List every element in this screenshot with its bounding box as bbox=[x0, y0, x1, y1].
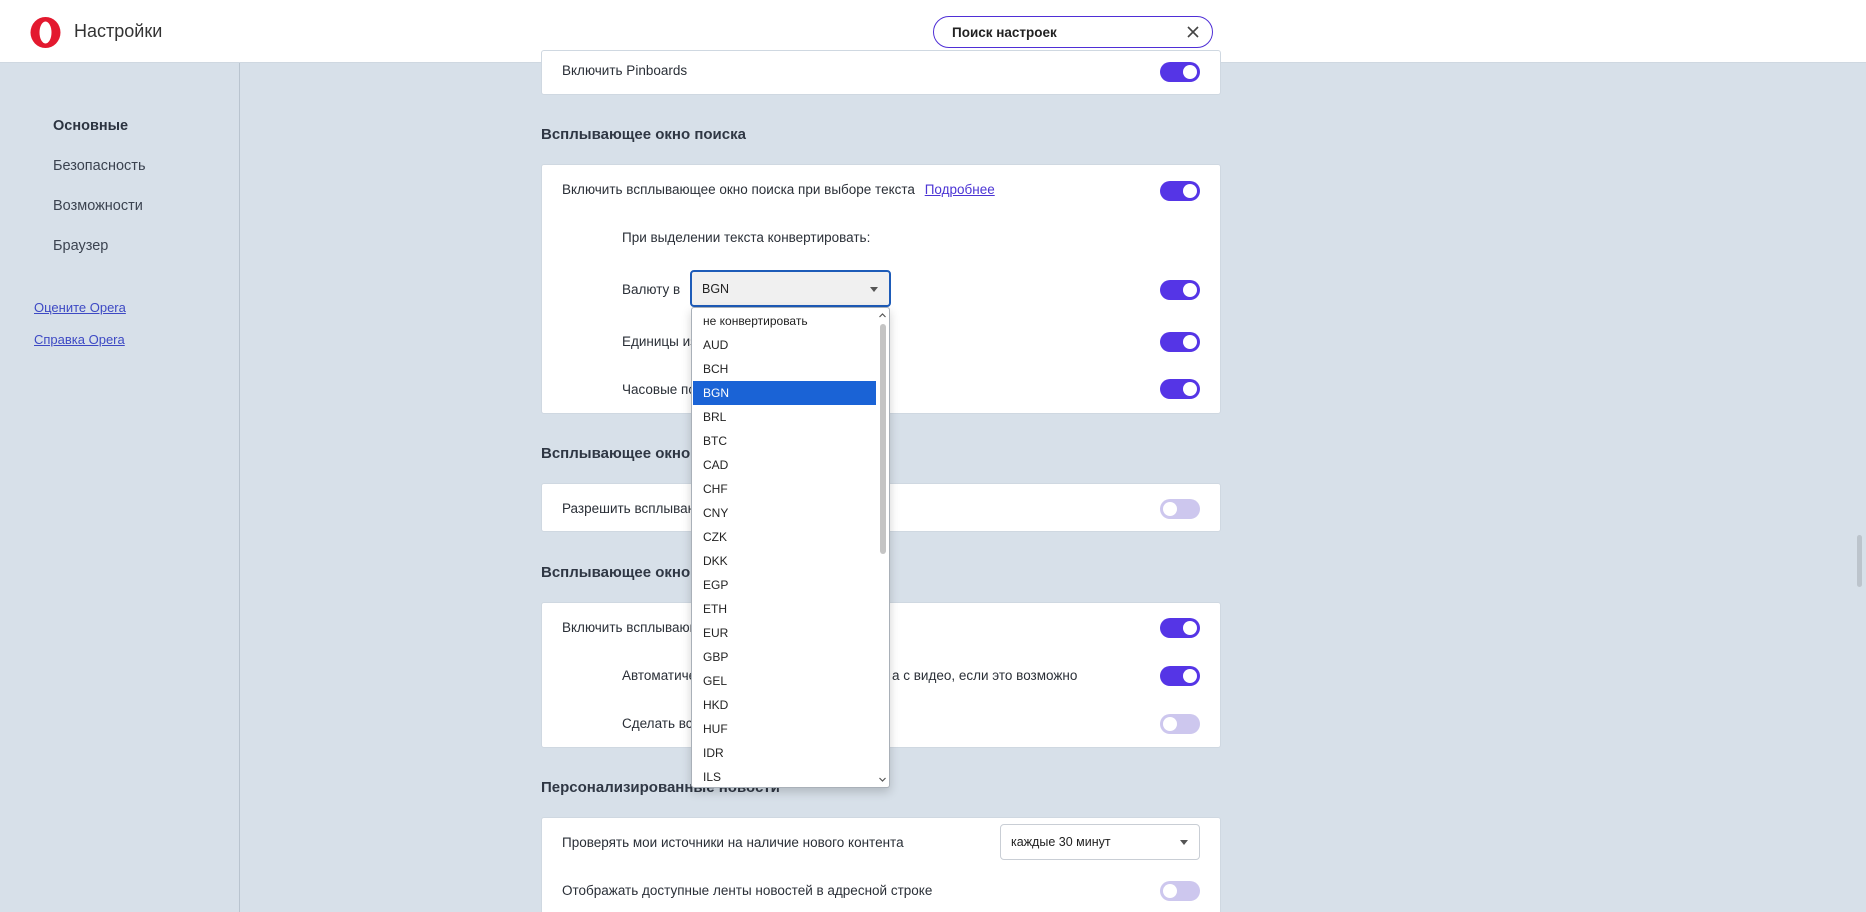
currency-option[interactable]: HKD bbox=[693, 693, 876, 717]
currency-select-value: BGN bbox=[702, 282, 730, 296]
currency-option[interactable]: GBP bbox=[693, 645, 876, 669]
show-feeds-toggle[interactable] bbox=[1160, 881, 1200, 901]
timezones-toggle[interactable] bbox=[1160, 379, 1200, 399]
chevron-up-icon[interactable] bbox=[879, 312, 886, 319]
check-interval-value: каждые 30 минут bbox=[1011, 835, 1111, 849]
news-card: Проверять мои источники на наличие новог… bbox=[541, 817, 1221, 912]
toggle-knob bbox=[1183, 669, 1197, 683]
dropdown-scrollbar[interactable] bbox=[876, 308, 889, 787]
popup-section3-title: Всплывающее окно с bbox=[541, 564, 703, 581]
auto-popup-label-start: Автоматиче bbox=[622, 668, 697, 683]
currency-option[interactable]: GEL bbox=[693, 669, 876, 693]
rate-opera-link[interactable]: Оцените Opera bbox=[34, 300, 126, 315]
timezones-label: Часовые по bbox=[622, 382, 696, 397]
toggle-knob bbox=[1183, 184, 1197, 198]
currency-option[interactable]: HUF bbox=[693, 717, 876, 741]
more-info-link[interactable]: Подробнее bbox=[925, 182, 995, 197]
make-popup-label: Сделать всп bbox=[622, 716, 700, 731]
toggle-knob bbox=[1163, 717, 1177, 731]
auto-popup-toggle[interactable] bbox=[1160, 666, 1200, 686]
page-scrollbar-thumb[interactable] bbox=[1857, 535, 1862, 587]
enable-video-popup-label: Включить всплывающ bbox=[562, 620, 701, 635]
currency-option[interactable]: EUR bbox=[693, 621, 876, 645]
search-popup-enable-row: Включить всплывающее окно поиска при выб… bbox=[562, 182, 995, 197]
sidebar-item-browser[interactable]: Браузер bbox=[53, 238, 108, 254]
toggle-knob bbox=[1183, 382, 1197, 396]
allow-popup-label: Разрешить всплываю bbox=[562, 501, 698, 516]
toggle-knob bbox=[1183, 65, 1197, 79]
currency-dropdown-list[interactable]: ILS IDR HUF HKD GEL GBP EUR ETH EGP DKK CZK CNY CHF C… bbox=[691, 307, 890, 788]
check-sources-label: Проверять мои источники на наличие новог… bbox=[562, 835, 904, 850]
currency-option[interactable]: DKK bbox=[693, 549, 876, 573]
pinboards-toggle[interactable] bbox=[1160, 62, 1200, 82]
units-label: Единицы из bbox=[622, 334, 697, 349]
enable-video-popup-toggle[interactable] bbox=[1160, 618, 1200, 638]
currency-option[interactable]: BTC bbox=[693, 429, 876, 453]
currency-option[interactable]: BCH bbox=[693, 357, 876, 381]
currency-label: Валюту в bbox=[622, 282, 681, 297]
dropdown-scroll-thumb[interactable] bbox=[880, 324, 886, 554]
search-popup-enable-label: Включить всплывающее окно поиска при выб… bbox=[562, 182, 915, 197]
search-popup-toggle[interactable] bbox=[1160, 181, 1200, 201]
currency-option[interactable]: IDR bbox=[693, 741, 876, 765]
show-feeds-label: Отображать доступные ленты новостей в ад… bbox=[562, 883, 933, 898]
currency-select[interactable]: BGN bbox=[690, 270, 891, 307]
currency-option[interactable]: BRL bbox=[693, 405, 876, 429]
currency-option[interactable]: CHF bbox=[693, 477, 876, 501]
sidebar: Основные Безопасность Возможности Браузе… bbox=[0, 63, 240, 912]
sidebar-item-basic[interactable]: Основные bbox=[53, 118, 128, 134]
chevron-down-icon[interactable] bbox=[879, 776, 886, 783]
auto-popup-label-end: а с видео, если это возможно bbox=[892, 668, 1078, 683]
toggle-knob bbox=[1163, 502, 1177, 516]
units-toggle[interactable] bbox=[1160, 332, 1200, 352]
currency-option[interactable]: ILS bbox=[693, 765, 876, 787]
currency-option[interactable]: EGP bbox=[693, 573, 876, 597]
search-box[interactable] bbox=[933, 16, 1213, 48]
make-popup-toggle[interactable] bbox=[1160, 714, 1200, 734]
currency-option[interactable]: ETH bbox=[693, 597, 876, 621]
popup-section2-title: Всплывающее окно с bbox=[541, 445, 703, 462]
currency-option[interactable]: BGN bbox=[693, 381, 876, 405]
toggle-knob bbox=[1183, 283, 1197, 297]
opera-help-link[interactable]: Справка Opera bbox=[34, 332, 125, 347]
sidebar-item-features[interactable]: Возможности bbox=[53, 198, 143, 214]
currency-option[interactable]: не конвертировать bbox=[693, 309, 876, 333]
toggle-knob bbox=[1183, 621, 1197, 635]
search-input[interactable] bbox=[952, 23, 1172, 41]
toggle-knob bbox=[1183, 335, 1197, 349]
convert-heading: При выделении текста конвертировать: bbox=[622, 230, 871, 245]
allow-popup-toggle[interactable] bbox=[1160, 499, 1200, 519]
search-popup-section-title: Всплывающее окно поиска bbox=[541, 126, 746, 143]
check-interval-select[interactable]: каждые 30 минут bbox=[1000, 824, 1200, 860]
currency-option[interactable]: CAD bbox=[693, 453, 876, 477]
currency-toggle[interactable] bbox=[1160, 280, 1200, 300]
page-title: Настройки bbox=[74, 21, 163, 41]
chevron-down-icon bbox=[870, 287, 878, 292]
sidebar-item-security[interactable]: Безопасность bbox=[53, 158, 146, 174]
close-icon[interactable] bbox=[1184, 23, 1202, 41]
toggle-knob bbox=[1163, 884, 1177, 898]
currency-option[interactable]: CNY bbox=[693, 501, 876, 525]
pinboards-card: Включить Pinboards bbox=[541, 50, 1221, 95]
pinboards-label: Включить Pinboards bbox=[562, 63, 688, 78]
opera-logo-icon bbox=[30, 17, 61, 48]
currency-option[interactable]: AUD bbox=[693, 333, 876, 357]
currency-option[interactable]: CZK bbox=[693, 525, 876, 549]
chevron-down-icon bbox=[1180, 840, 1188, 845]
